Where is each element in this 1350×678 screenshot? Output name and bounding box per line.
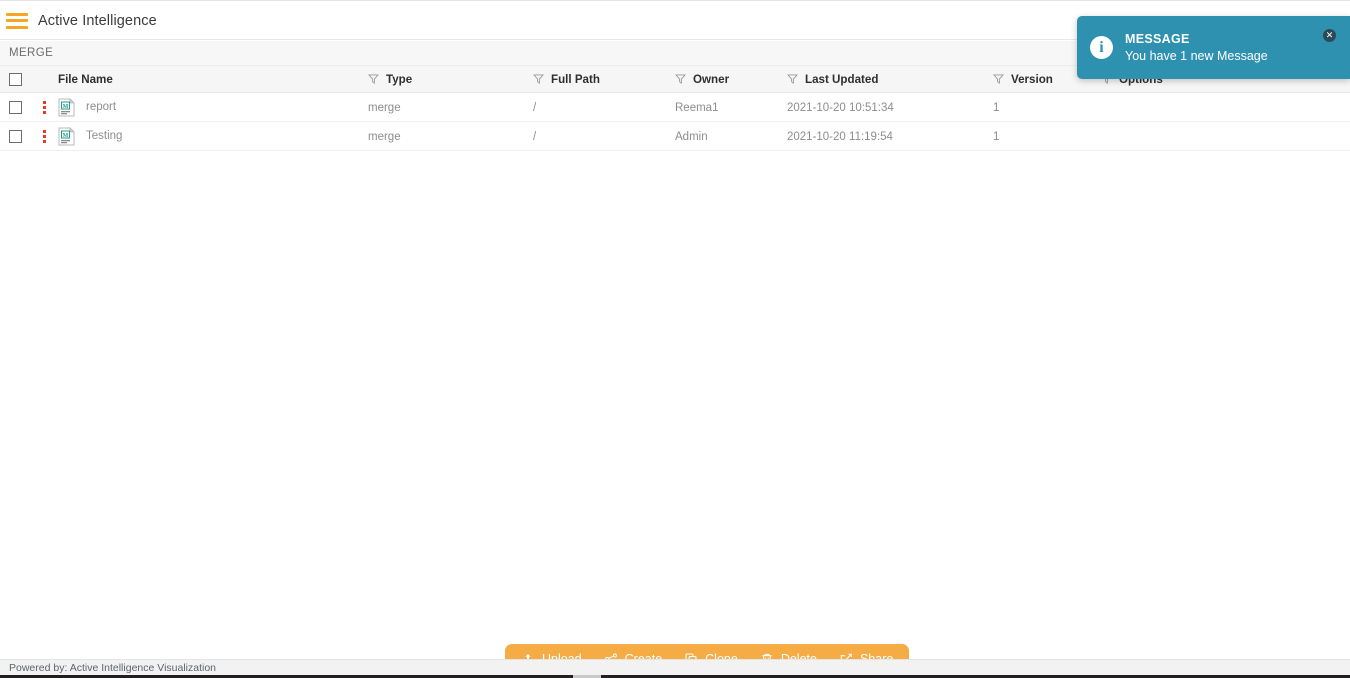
column-header-label: Version [1011, 72, 1053, 86]
close-icon[interactable]: ✕ [1323, 29, 1336, 42]
type-text: merge [368, 131, 401, 143]
cell-type: merge [368, 98, 533, 116]
last-updated-text: 2021-10-20 10:51:34 [787, 102, 894, 114]
column-header-label: File Name [58, 72, 113, 86]
kebab-menu-icon[interactable] [42, 129, 46, 143]
cell-owner: Reema1 [675, 98, 787, 116]
toast-message: You have 1 new Message [1125, 49, 1268, 63]
info-icon: i [1090, 36, 1113, 59]
merge-file-icon: M [58, 126, 75, 146]
row-menu-cell [30, 100, 58, 114]
column-header-label: Owner [693, 72, 730, 86]
cell-file-name: M report [58, 97, 368, 117]
row-checkbox[interactable] [8, 129, 22, 143]
kebab-menu-icon[interactable] [42, 100, 46, 114]
column-header-type[interactable]: Type [368, 73, 533, 86]
toast-title: MESSAGE [1125, 32, 1190, 46]
owner-text: Admin [675, 131, 708, 143]
column-header-label: Type [386, 72, 413, 86]
column-header-file-name[interactable]: File Name [58, 73, 368, 86]
merge-file-icon: M [58, 97, 75, 117]
svg-text:M: M [63, 133, 69, 139]
funnel-icon[interactable] [533, 74, 544, 84]
file-name-text: report [86, 101, 117, 113]
footer-text: Powered by: Active Intelligence Visualiz… [9, 661, 217, 674]
last-updated-text: 2021-10-20 11:19:54 [787, 131, 893, 143]
cell-version: 1 [993, 127, 1101, 145]
type-text: merge [368, 102, 401, 114]
page-title: Active Intelligence [38, 12, 157, 29]
table-row[interactable]: M report merge / Reema1 2021-10-20 10:51… [0, 93, 1350, 122]
column-header-label: Full Path [551, 72, 600, 86]
column-header-last-updated[interactable]: Last Updated [787, 73, 993, 86]
toast-body: MESSAGE You have 1 new Message [1125, 32, 1268, 63]
row-select-cell [0, 100, 30, 114]
row-select-cell [0, 129, 30, 143]
column-header-owner[interactable]: Owner [675, 73, 787, 86]
owner-text: Reema1 [675, 102, 719, 114]
cell-owner: Admin [675, 127, 787, 145]
select-all-checkbox[interactable] [8, 72, 22, 86]
cell-last-updated: 2021-10-20 11:19:54 [787, 127, 993, 145]
message-toast[interactable]: i MESSAGE You have 1 new Message ✕ [1077, 16, 1350, 79]
column-header-full-path[interactable]: Full Path [533, 73, 675, 86]
hamburger-icon[interactable] [6, 12, 28, 29]
cell-full-path: / [533, 127, 675, 145]
funnel-icon[interactable] [675, 74, 686, 84]
funnel-icon[interactable] [787, 74, 798, 84]
select-all-cell [0, 72, 30, 86]
version-text: 1 [993, 102, 1000, 114]
cell-type: merge [368, 127, 533, 145]
full-path-text: / [533, 102, 537, 114]
file-name-text: Testing [86, 130, 123, 142]
module-label: MERGE [9, 47, 54, 59]
app-root: Active Intelligence MERGE File Name Type… [0, 0, 1350, 678]
row-menu-cell [30, 129, 58, 143]
full-path-text: / [533, 131, 537, 143]
funnel-icon[interactable] [993, 74, 1004, 84]
row-checkbox[interactable] [8, 100, 22, 114]
version-text: 1 [993, 131, 1000, 143]
cell-last-updated: 2021-10-20 10:51:34 [787, 98, 993, 116]
footer: Powered by: Active Intelligence Visualiz… [0, 659, 1350, 675]
cell-full-path: / [533, 98, 675, 116]
table-row[interactable]: M Testing merge / Admin 2021-10-20 11:19… [0, 122, 1350, 151]
funnel-icon[interactable] [368, 74, 379, 84]
column-header-label: Last Updated [805, 72, 879, 86]
svg-text:M: M [63, 104, 69, 110]
cell-version: 1 [993, 98, 1101, 116]
cell-file-name: M Testing [58, 126, 368, 146]
